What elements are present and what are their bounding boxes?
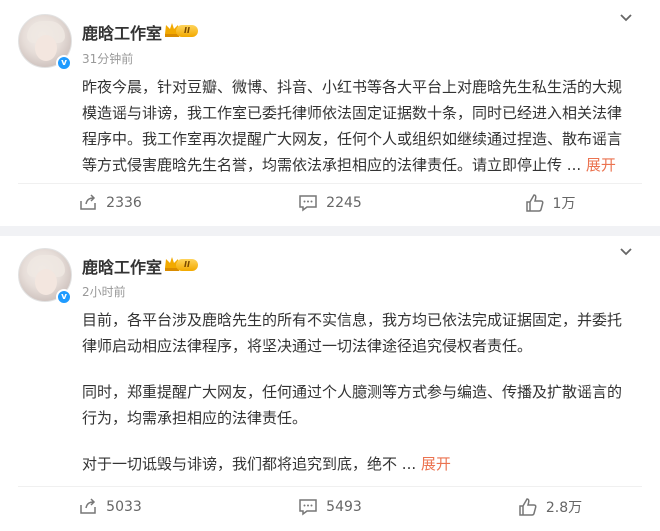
post-text-line: 等方式侵害鹿晗先生名誉，均需依法承担相应的法律责任。请立即停止传 bbox=[82, 156, 563, 174]
repost-button[interactable]: 2336 bbox=[0, 183, 220, 223]
like-count: 2.8万 bbox=[545, 500, 583, 516]
post-card: v 鹿晗工作室 II 31分钟前 昨夜今晨，针对豆瓣、微博、抖音、小红书等各大平… bbox=[0, 0, 660, 226]
comment-count: 2245 bbox=[326, 195, 362, 211]
thumbs-up-icon bbox=[525, 194, 544, 212]
repost-icon bbox=[80, 194, 96, 210]
like-button[interactable]: 1万 bbox=[440, 183, 660, 223]
like-count: 1万 bbox=[552, 196, 576, 212]
chevron-down-icon[interactable] bbox=[618, 244, 634, 260]
author-name[interactable]: 鹿晗工作室 bbox=[82, 254, 162, 278]
post-text: 目前，各平台涉及鹿晗先生的所有不实信息，我方均已依法完成证据固定，并委托 律师启… bbox=[82, 307, 642, 477]
post-text: 昨夜今晨，针对豆瓣、微博、抖音、小红书等各大平台上对鹿晗先生私生活的大规 模造谣… bbox=[82, 74, 642, 178]
thumbs-up-icon bbox=[519, 498, 537, 516]
post-time[interactable]: 2小时前 bbox=[82, 283, 126, 300]
comment-count: 5493 bbox=[326, 499, 362, 515]
comment-button[interactable]: 2245 bbox=[220, 183, 440, 223]
expand-link[interactable]: 展开 bbox=[586, 156, 616, 174]
level-badge-text: II bbox=[176, 259, 198, 271]
comment-button[interactable]: 5493 bbox=[220, 487, 440, 527]
repost-icon bbox=[80, 498, 96, 514]
post-text-line: 目前，各平台涉及鹿晗先生的所有不实信息，我方均已依法完成证据固定，并委托 bbox=[82, 311, 623, 329]
level-badge-icon: II bbox=[164, 21, 198, 39]
repost-button[interactable]: 5033 bbox=[0, 487, 220, 527]
level-badge-icon: II bbox=[164, 255, 198, 273]
comment-icon bbox=[299, 499, 317, 516]
expand-link[interactable]: 展开 bbox=[421, 455, 451, 473]
level-badge-text: II bbox=[176, 25, 198, 37]
post-text-line: 行为，均需承担相应的法律责任。 bbox=[82, 409, 308, 427]
repost-count: 2336 bbox=[106, 195, 142, 211]
post-text-line: 模造谣与诽谤，我工作室已委托律师依法固定证据数十条，同时已经进入相关法律 bbox=[82, 104, 623, 122]
like-button[interactable]: 2.8万 bbox=[440, 487, 660, 527]
action-bar: 5033 5493 2.8万 bbox=[0, 487, 660, 527]
action-bar: 2336 2245 1万 bbox=[0, 183, 660, 223]
post-text-line: 同时，郑重提醒广大网友，任何通过个人臆测等方式参与编造、传播及扩散谣言的 bbox=[82, 383, 623, 401]
ellipsis: ... bbox=[401, 455, 417, 473]
post-text-line: 律师启动相应法律程序，将坚决通过一切法律途径追究侵权者责任。 bbox=[82, 337, 533, 355]
verified-badge-icon: v bbox=[56, 55, 72, 71]
verified-badge-icon: v bbox=[56, 289, 72, 305]
post-text-line: 对于一切诋毁与诽谤，我们都将追究到底，绝不 bbox=[82, 455, 398, 473]
post-time[interactable]: 31分钟前 bbox=[82, 50, 133, 67]
author-name[interactable]: 鹿晗工作室 bbox=[82, 20, 162, 44]
ellipsis: ... bbox=[566, 156, 582, 174]
comment-icon bbox=[299, 195, 317, 212]
post-card: v 鹿晗工作室 II 2小时前 目前，各平台涉及鹿晗先生的所有不实信息，我方均已… bbox=[0, 236, 660, 531]
chevron-down-icon[interactable] bbox=[618, 10, 634, 26]
post-text-line: 程序中。我工作室再次提醒广大网友，任何个人或组织如继续通过捏造、散布谣言 bbox=[82, 130, 623, 148]
repost-count: 5033 bbox=[106, 499, 142, 515]
weibo-feed: v 鹿晗工作室 II 31分钟前 昨夜今晨，针对豆瓣、微博、抖音、小红书等各大平… bbox=[0, 0, 660, 531]
post-text-line: 昨夜今晨，针对豆瓣、微博、抖音、小红书等各大平台上对鹿晗先生私生活的大规 bbox=[82, 78, 623, 96]
